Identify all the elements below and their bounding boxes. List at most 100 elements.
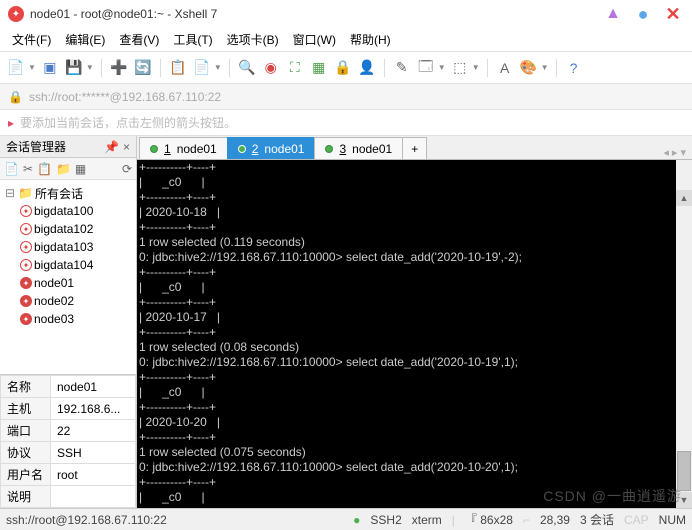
status-proto: SSH2 xyxy=(370,513,401,527)
tree-item[interactable]: ✦node03 xyxy=(2,310,134,328)
main-area: 会话管理器 📌 × 📄 ✂ 📋 📁 ▦ ⟳ ⊟📁所有会话 ✦bigdata100… xyxy=(0,136,692,508)
p-folder-icon[interactable]: 📁 xyxy=(56,162,71,176)
paste-icon[interactable]: 📄 xyxy=(192,58,212,78)
tab-nav[interactable]: ◂ ▸ ▾ xyxy=(657,146,692,159)
open-icon[interactable]: ▣ xyxy=(40,58,60,78)
search-icon[interactable]: 🔍 xyxy=(237,58,257,78)
help-icon[interactable]: ? xyxy=(564,58,584,78)
prop-key: 主机 xyxy=(1,398,51,420)
app-icon: ✦ xyxy=(8,6,24,22)
hint-bar: ▸ 要添加当前会话，点击左侧的箭头按钮。 xyxy=(0,110,692,136)
flag-icon: ▸ xyxy=(8,116,14,130)
menu-edit[interactable]: 编辑(E) xyxy=(59,29,111,50)
scrollbar[interactable]: ▲ ▼ xyxy=(676,160,692,508)
fullscreen-icon[interactable]: ⛶ xyxy=(285,58,305,78)
p-grid-icon[interactable]: ▦ xyxy=(75,162,86,176)
tree-root[interactable]: ⊟📁所有会话 xyxy=(2,184,134,202)
hint-text: 要添加当前会话，点击左侧的箭头按钮。 xyxy=(20,114,236,131)
reconnect-icon[interactable]: 🔄 xyxy=(133,58,153,78)
p-new-icon[interactable]: 📄 xyxy=(4,162,19,176)
terminal-area: 1node01 2node01 3node01 + ◂ ▸ ▾ +-------… xyxy=(137,136,692,508)
user-icon[interactable]: 👤 xyxy=(357,58,377,78)
tool2-icon[interactable]: 🗔 xyxy=(416,58,436,78)
status-dot-icon xyxy=(325,145,333,153)
terminal[interactable]: +----------+----+ | _c0 | +----------+--… xyxy=(137,160,692,508)
menu-view[interactable]: 查看(V) xyxy=(113,29,165,50)
copy-icon[interactable]: 📋 xyxy=(168,58,188,78)
tree-item-active[interactable]: ✦node01 xyxy=(2,274,134,292)
lock-icon[interactable]: 🔒 xyxy=(333,58,353,78)
panel-toolbar: 📄 ✂ 📋 📁 ▦ ⟳ xyxy=(0,158,136,180)
close-button[interactable]: ✕ xyxy=(662,3,684,25)
status-num: NUM xyxy=(659,513,686,527)
tool3-icon[interactable]: ⬚ xyxy=(450,58,470,78)
prop-val: node01 xyxy=(51,376,136,398)
session-tree: ⊟📁所有会话 ✦bigdata100 ✦bigdata102 ✦bigdata1… xyxy=(0,180,136,374)
address-bar: 🔒 ssh://root:******@192.168.67.110:22 xyxy=(0,84,692,110)
scroll-thumb[interactable] xyxy=(677,451,691,491)
status-size: 『 86x28 xyxy=(465,511,513,528)
status-sessions: 3 会话 xyxy=(580,511,614,528)
prop-val: SSH xyxy=(51,442,136,464)
tab-bar: 1node01 2node01 3node01 + ◂ ▸ ▾ xyxy=(137,136,692,160)
menu-file[interactable]: 文件(F) xyxy=(6,29,57,50)
tab-add-button[interactable]: + xyxy=(402,137,427,159)
prop-val: root xyxy=(51,464,136,486)
status-term: xterm xyxy=(412,513,442,527)
properties-grid: 名称node01 主机192.168.6... 端口22 协议SSH 用户名ro… xyxy=(0,374,136,508)
p-refresh-icon[interactable]: ⟳ xyxy=(122,162,132,176)
status-dot-icon xyxy=(150,145,158,153)
tool1-icon[interactable]: ✎ xyxy=(392,58,412,78)
prop-val xyxy=(51,486,136,508)
menu-tabs[interactable]: 选项卡(B) xyxy=(221,29,285,50)
tree-item[interactable]: ✦bigdata104 xyxy=(2,256,134,274)
status-dot-icon xyxy=(238,145,246,153)
menu-tools[interactable]: 工具(T) xyxy=(167,29,218,50)
tree-item[interactable]: ✦bigdata102 xyxy=(2,220,134,238)
prop-key: 协议 xyxy=(1,442,51,464)
prop-key: 端口 xyxy=(1,420,51,442)
lock-status-icon: 🔒 xyxy=(8,90,23,104)
prop-val: 22 xyxy=(51,420,136,442)
save-icon[interactable]: 💾 xyxy=(64,58,84,78)
prop-key: 名称 xyxy=(1,376,51,398)
address-text[interactable]: ssh://root:******@192.168.67.110:22 xyxy=(29,90,221,104)
minimize-button[interactable]: ▲ xyxy=(602,3,624,25)
status-dot-icon: ● xyxy=(353,513,360,527)
session-panel: 会话管理器 📌 × 📄 ✂ 📋 📁 ▦ ⟳ ⊟📁所有会话 ✦bigdata100… xyxy=(0,136,137,508)
panel-header: 会话管理器 📌 × xyxy=(0,136,136,158)
p-copy-icon[interactable]: 📋 xyxy=(37,162,52,176)
tab-1[interactable]: 1node01 xyxy=(139,137,228,159)
font-icon[interactable]: A xyxy=(495,58,515,78)
prop-key: 用户名 xyxy=(1,464,51,486)
prop-key: 说明 xyxy=(1,486,51,508)
panel-close-icon[interactable]: × xyxy=(123,140,130,154)
menu-window[interactable]: 窗口(W) xyxy=(287,29,342,50)
grid-icon[interactable]: ▦ xyxy=(309,58,329,78)
tree-item[interactable]: ✦bigdata103 xyxy=(2,238,134,256)
prop-val: 192.168.6... xyxy=(51,398,136,420)
window-title: node01 - root@node01:~ - Xshell 7 xyxy=(30,7,217,21)
menu-help[interactable]: 帮助(H) xyxy=(344,29,397,50)
palette-icon[interactable]: 🎨 xyxy=(519,58,539,78)
record-icon[interactable]: ◉ xyxy=(261,58,281,78)
new-session-icon[interactable]: 📄 xyxy=(6,58,26,78)
menubar: 文件(F) 编辑(E) 查看(V) 工具(T) 选项卡(B) 窗口(W) 帮助(… xyxy=(0,28,692,52)
status-pos: 28,39 xyxy=(540,513,570,527)
scroll-up-icon[interactable]: ▲ xyxy=(676,190,692,206)
status-bar: ssh://root@192.168.67.110:22 ● SSH2 xter… xyxy=(0,508,692,530)
status-cap: CAP xyxy=(624,513,649,527)
titlebar: ✦ node01 - root@node01:~ - Xshell 7 ▲ ● … xyxy=(0,0,692,28)
tree-item[interactable]: ✦bigdata100 xyxy=(2,202,134,220)
toolbar: 📄▼ ▣ 💾▼ ➕ 🔄 📋 📄▼ 🔍 ◉ ⛶ ▦ 🔒 👤 ✎ 🗔▼ ⬚▼ A 🎨… xyxy=(0,52,692,84)
pin-icon[interactable]: 📌 xyxy=(104,140,119,154)
watermark: CSDN @一曲逍遥游 xyxy=(543,486,682,506)
tree-item[interactable]: ✦node02 xyxy=(2,292,134,310)
maximize-button[interactable]: ● xyxy=(632,3,654,25)
connect-icon[interactable]: ➕ xyxy=(109,58,129,78)
status-conn: ssh://root@192.168.67.110:22 xyxy=(6,513,167,527)
panel-title: 会话管理器 xyxy=(6,138,66,155)
tab-3[interactable]: 3node01 xyxy=(314,137,403,159)
tab-2-active[interactable]: 2node01 xyxy=(227,137,316,159)
p-cut-icon[interactable]: ✂ xyxy=(23,162,33,176)
